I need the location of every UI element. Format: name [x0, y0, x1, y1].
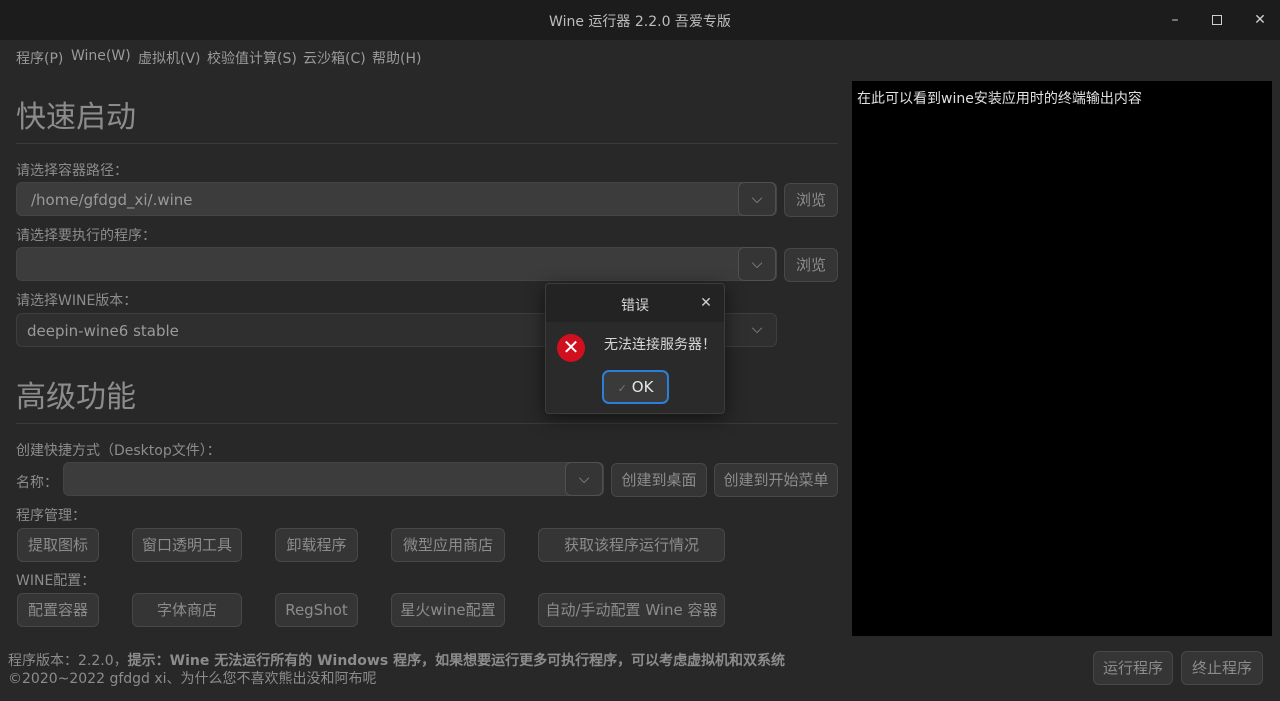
divider	[16, 423, 838, 424]
menu-help[interactable]: 帮助(H)	[372, 48, 421, 68]
mini-app-store-button[interactable]: 微型应用商店	[391, 528, 505, 562]
container-path-label: 请选择容器路径：	[16, 163, 128, 179]
menu-sandbox[interactable]: 云沙箱(C)	[303, 48, 366, 68]
error-icon: ✕	[557, 334, 585, 362]
menu-bar: 程序(P) Wine(W) 虚拟机(V) 校验值计算(S) 云沙箱(C) 帮助(…	[0, 44, 1280, 70]
close-icon[interactable]: ✕	[1247, 8, 1273, 32]
container-path-value: /home/gfdgd_xi/.wine	[31, 191, 193, 209]
dialog-message: 无法连接服务器！	[604, 337, 716, 353]
auto-config-container-button[interactable]: 自动/手动配置 Wine 容器	[538, 593, 725, 627]
title-bar: Wine 运行器 2.2.0 吾爱专版 – ✕	[0, 0, 1280, 40]
menu-wine[interactable]: Wine(W)	[71, 48, 131, 64]
stop-program-button[interactable]: 终止程序	[1181, 651, 1263, 685]
configure-container-button[interactable]: 配置容器	[17, 593, 99, 627]
quick-start-title: 快速启动	[16, 100, 136, 135]
chevron-down-icon[interactable]: ⌵	[738, 247, 776, 281]
tip-text: 提示：Wine 无法运行所有的 Windows 程序，如果想要运行更多可执行程序…	[127, 653, 786, 669]
wine-version-label: 请选择WINE版本：	[16, 293, 138, 309]
uninstall-program-button[interactable]: 卸载程序	[275, 528, 358, 562]
name-label: 名称：	[16, 475, 58, 491]
chevron-down-icon[interactable]: ⌵	[738, 313, 776, 347]
run-program-button[interactable]: 运行程序	[1093, 651, 1173, 685]
menu-checksum[interactable]: 校验值计算(S)	[207, 48, 297, 68]
advanced-title: 高级功能	[16, 380, 136, 415]
menu-vm[interactable]: 虚拟机(V)	[138, 48, 201, 68]
browse-container-button[interactable]: 浏览	[784, 183, 838, 217]
ok-button[interactable]: ✓ OK	[602, 370, 669, 404]
container-path-combo[interactable]: /home/gfdgd_xi/.wine ⌵	[16, 182, 777, 216]
check-icon: ✓	[617, 382, 627, 395]
terminal-output[interactable]: 在此可以看到wine安装应用时的终端输出内容	[852, 81, 1272, 636]
chevron-down-icon[interactable]: ⌵	[565, 462, 603, 496]
font-store-button[interactable]: 字体商店	[132, 593, 242, 627]
chevron-down-icon[interactable]: ⌵	[738, 182, 776, 216]
program-label: 请选择要执行的程序：	[16, 228, 156, 244]
program-management-label: 程序管理：	[16, 508, 86, 524]
spark-wine-config-button[interactable]: 星火wine配置	[391, 593, 505, 627]
maximize-icon[interactable]	[1204, 8, 1230, 32]
close-icon[interactable]: ✕	[697, 294, 715, 312]
shortcut-name-combo[interactable]: ⌵	[63, 462, 604, 496]
regshot-button[interactable]: RegShot	[275, 593, 358, 627]
terminal-text: 在此可以看到wine安装应用时的终端输出内容	[857, 91, 1142, 107]
ok-label: OK	[631, 378, 654, 396]
create-desktop-shortcut-button[interactable]: 创建到桌面	[611, 463, 707, 497]
create-start-menu-shortcut-button[interactable]: 创建到开始菜单	[714, 463, 838, 497]
menu-program[interactable]: 程序(P)	[16, 48, 63, 68]
wine-config-label: WINE配置：	[16, 573, 96, 589]
minimize-icon[interactable]: –	[1162, 8, 1188, 32]
shortcut-label: 创建快捷方式（Desktop文件）：	[16, 443, 221, 459]
wine-version-value: deepin-wine6 stable	[27, 322, 179, 340]
browse-program-button[interactable]: 浏览	[784, 248, 838, 282]
divider	[16, 143, 838, 144]
window-title: Wine 运行器 2.2.0 吾爱专版	[549, 14, 731, 30]
program-combo[interactable]: ⌵	[16, 247, 777, 281]
version-info: 程序版本：2.2.0，提示：Wine 无法运行所有的 Windows 程序，如果…	[8, 650, 785, 670]
version-text: 程序版本：2.2.0，	[8, 653, 128, 669]
extract-icon-button[interactable]: 提取图标	[17, 528, 99, 562]
program-status-button[interactable]: 获取该程序运行情况	[538, 528, 725, 562]
error-dialog: 错误 ✕ ✕ 无法连接服务器！ ✓ OK	[545, 283, 725, 414]
window-transparency-button[interactable]: 窗口透明工具	[132, 528, 242, 562]
copyright-text: ©2020~2022 gfdgd xi、为什么您不喜欢熊出没和阿布呢	[8, 671, 377, 687]
